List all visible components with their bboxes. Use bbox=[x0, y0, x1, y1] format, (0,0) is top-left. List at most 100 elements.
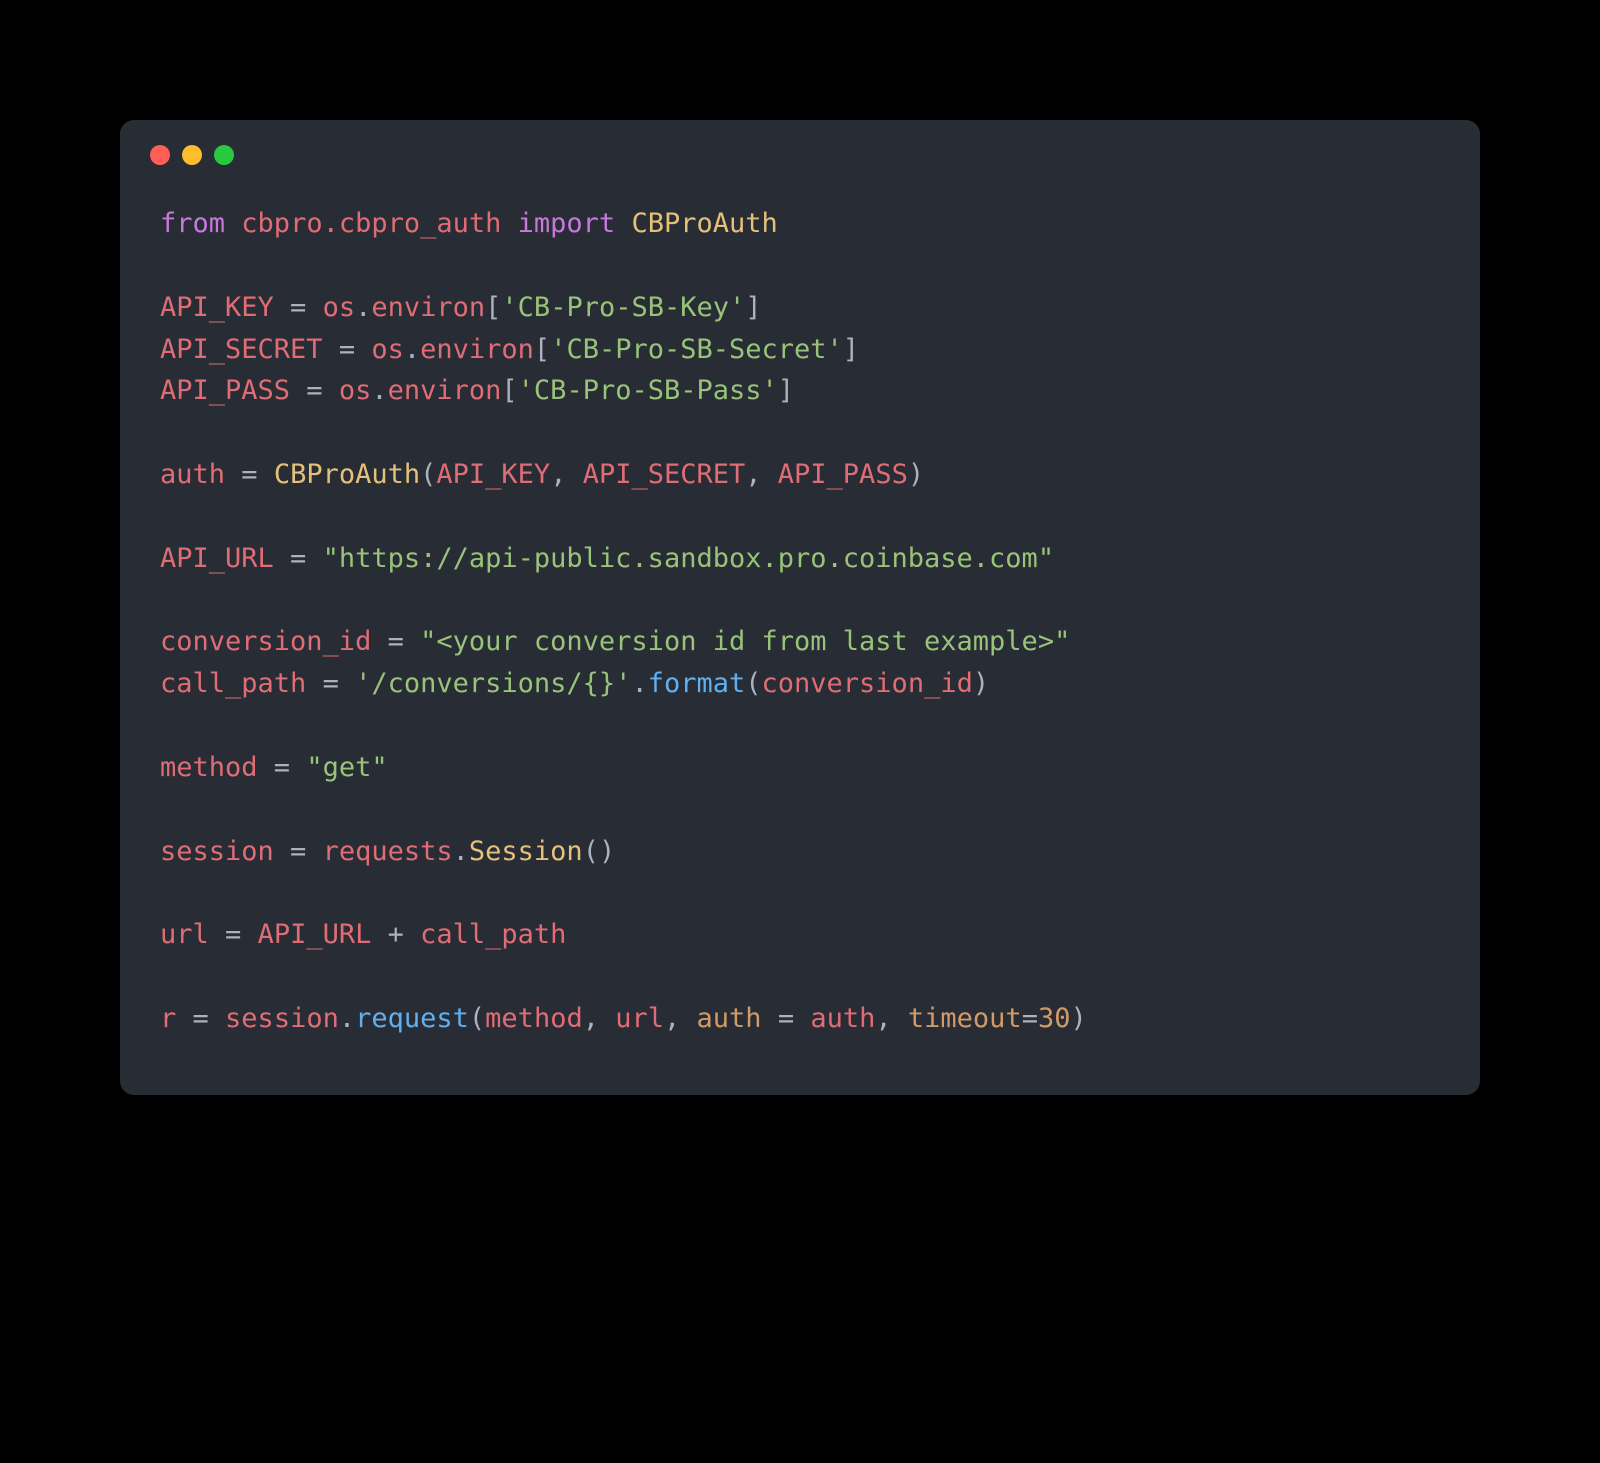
number-literal: 30 bbox=[1038, 1003, 1071, 1034]
paren: () bbox=[583, 836, 616, 867]
dot: . bbox=[371, 375, 387, 406]
bracket: [ bbox=[485, 292, 501, 323]
class-call: CBProAuth bbox=[274, 459, 420, 490]
variable: call_path bbox=[420, 919, 566, 950]
operator: = bbox=[258, 752, 307, 783]
operator: = bbox=[274, 292, 323, 323]
object: os bbox=[339, 375, 372, 406]
comma: , bbox=[583, 1003, 616, 1034]
keyword-import: import bbox=[518, 208, 616, 239]
operator: = bbox=[274, 543, 323, 574]
variable: session bbox=[160, 836, 274, 867]
comma: , bbox=[550, 459, 583, 490]
class-name: CBProAuth bbox=[631, 208, 777, 239]
argument: API_KEY bbox=[436, 459, 550, 490]
code-line: session = requests.Session() bbox=[160, 836, 615, 867]
paren: ) bbox=[973, 668, 989, 699]
comma: , bbox=[745, 459, 778, 490]
code-line: call_path = '/conversions/{}'.format(con… bbox=[160, 668, 989, 699]
operator: = bbox=[306, 668, 355, 699]
string-literal: 'CB-Pro-SB-Pass' bbox=[518, 375, 778, 406]
bracket: ] bbox=[778, 375, 794, 406]
code-line: auth = CBProAuth(API_KEY, API_SECRET, AP… bbox=[160, 459, 924, 490]
string-literal: 'CB-Pro-SB-Secret' bbox=[550, 334, 843, 365]
dot: . bbox=[339, 1003, 355, 1034]
kwarg-name: auth bbox=[697, 1003, 762, 1034]
dot: . bbox=[355, 292, 371, 323]
bracket: [ bbox=[534, 334, 550, 365]
variable: API_KEY bbox=[160, 292, 274, 323]
operator: = bbox=[274, 836, 323, 867]
object: os bbox=[323, 292, 356, 323]
operator: = bbox=[1022, 1003, 1038, 1034]
operator: = bbox=[762, 1003, 811, 1034]
method-call: request bbox=[355, 1003, 469, 1034]
paren: ) bbox=[1070, 1003, 1086, 1034]
code-line: method = "get" bbox=[160, 752, 388, 783]
operator: = bbox=[225, 459, 274, 490]
operator: = bbox=[209, 919, 258, 950]
bracket: ] bbox=[843, 334, 859, 365]
operator: = bbox=[371, 626, 420, 657]
code-line: API_KEY = os.environ['CB-Pro-SB-Key'] bbox=[160, 292, 762, 323]
argument: url bbox=[615, 1003, 664, 1034]
operator: = bbox=[290, 375, 339, 406]
dot: . bbox=[631, 668, 647, 699]
minimize-icon[interactable] bbox=[182, 145, 202, 165]
variable: auth bbox=[160, 459, 225, 490]
window-titlebar bbox=[120, 120, 1480, 183]
maximize-icon[interactable] bbox=[214, 145, 234, 165]
code-editor[interactable]: from cbpro.cbpro_auth import CBProAuth A… bbox=[120, 183, 1480, 1095]
close-icon[interactable] bbox=[150, 145, 170, 165]
code-line: conversion_id = "<your conversion id fro… bbox=[160, 626, 1070, 657]
string-literal: "<your conversion id from last example>" bbox=[420, 626, 1070, 657]
class-call: Session bbox=[469, 836, 583, 867]
code-line: url = API_URL + call_path bbox=[160, 919, 566, 950]
dot: . bbox=[453, 836, 469, 867]
argument: API_SECRET bbox=[583, 459, 746, 490]
variable: API_PASS bbox=[160, 375, 290, 406]
code-line: r = session.request(method, url, auth = … bbox=[160, 1003, 1087, 1034]
variable: API_URL bbox=[160, 543, 274, 574]
operator: = bbox=[323, 334, 372, 365]
argument: conversion_id bbox=[762, 668, 973, 699]
module-path: cbpro.cbpro_auth bbox=[241, 208, 501, 239]
code-line: API_SECRET = os.environ['CB-Pro-SB-Secre… bbox=[160, 334, 859, 365]
code-line: from cbpro.cbpro_auth import CBProAuth bbox=[160, 208, 778, 239]
kwarg-value: auth bbox=[810, 1003, 875, 1034]
comma: , bbox=[664, 1003, 697, 1034]
string-literal: "https://api-public.sandbox.pro.coinbase… bbox=[323, 543, 1055, 574]
object: requests bbox=[323, 836, 453, 867]
property: environ bbox=[371, 292, 485, 323]
variable: call_path bbox=[160, 668, 306, 699]
keyword-from: from bbox=[160, 208, 225, 239]
variable: method bbox=[160, 752, 258, 783]
object: session bbox=[225, 1003, 339, 1034]
string-literal: 'CB-Pro-SB-Key' bbox=[501, 292, 745, 323]
paren: ( bbox=[469, 1003, 485, 1034]
property: environ bbox=[388, 375, 502, 406]
code-line: API_URL = "https://api-public.sandbox.pr… bbox=[160, 543, 1054, 574]
dot: . bbox=[404, 334, 420, 365]
variable: url bbox=[160, 919, 209, 950]
variable: r bbox=[160, 1003, 176, 1034]
code-window: from cbpro.cbpro_auth import CBProAuth A… bbox=[120, 120, 1480, 1095]
string-literal: "get" bbox=[306, 752, 387, 783]
method-call: format bbox=[648, 668, 746, 699]
code-line: API_PASS = os.environ['CB-Pro-SB-Pass'] bbox=[160, 375, 794, 406]
variable: conversion_id bbox=[160, 626, 371, 657]
bracket: [ bbox=[501, 375, 517, 406]
kwarg-name: timeout bbox=[908, 1003, 1022, 1034]
property: environ bbox=[420, 334, 534, 365]
argument: method bbox=[485, 1003, 583, 1034]
operator: = bbox=[176, 1003, 225, 1034]
paren: ( bbox=[745, 668, 761, 699]
string-literal: '/conversions/{}' bbox=[355, 668, 631, 699]
paren: ( bbox=[420, 459, 436, 490]
bracket: ] bbox=[745, 292, 761, 323]
object: os bbox=[371, 334, 404, 365]
paren: ) bbox=[908, 459, 924, 490]
variable: API_URL bbox=[258, 919, 372, 950]
operator: + bbox=[371, 919, 420, 950]
comma: , bbox=[875, 1003, 908, 1034]
